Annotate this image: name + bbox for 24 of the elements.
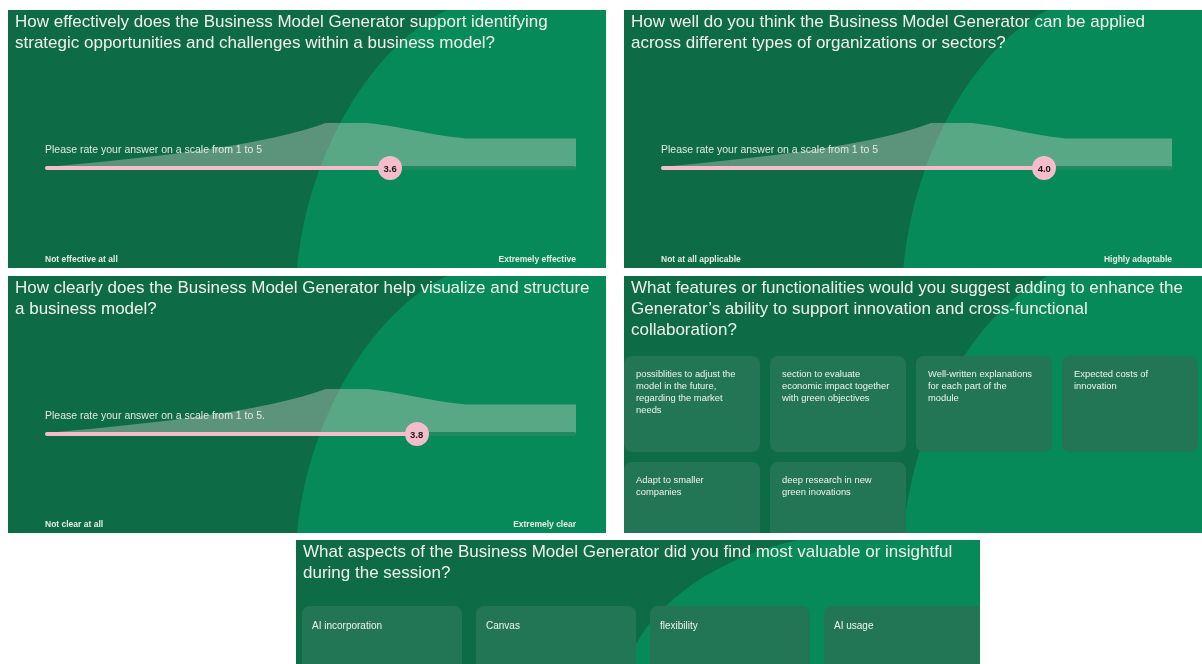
scale-prompt: Please rate your answer on a scale from 1 to 5 [45,143,264,155]
scale-min-label: Not clear at all [45,519,104,529]
question-title: What aspects of the Business Model Generator did you find most valuable or insightful during the session? [302,541,954,583]
answer-card: possiblities to adjust the model in the future, regarding the market needs [624,356,760,452]
answer-card: Canvas [476,606,636,664]
question-title: What features or functionalities would you suggest adding to enhance the Generator’s ability to support innovation and cross-functional collaboration? [630,277,1184,340]
scale-prompt: Please rate your answer on a scale from 1 to 5 [661,143,880,155]
answer-card: section to evaluate economic impact together with green objectives [770,356,906,452]
scale-prompt: Please rate your answer on a scale from 1 to 5. [45,409,267,421]
question-title: How effectively does the Business Model Generator support identifying strategic opportunities and challenges within a business model? [14,11,549,53]
scale-min-label: Not effective at all [45,254,118,264]
answer-card: AI usage [824,606,980,664]
scale-max-label: Extremely clear [513,519,576,529]
scale-max-label: Extremely effective [498,254,576,264]
scale-min-label: Not at all applicable [661,254,741,264]
answer-card: Well-written explanations for each part of the module [916,356,1052,452]
question-title: How well do you think the Business Model Generator can be applied across different types of organizations or sectors? [630,11,1147,53]
answer-card: deep research in new green inovations [770,462,906,533]
question-title: How clearly does the Business Model Generator help visualize and structure a business model? [14,277,591,319]
answer-card: AI incorporation [302,606,462,664]
answer-card: flexibility [650,606,810,664]
answer-card: Expected costs of innovation [1062,356,1198,452]
answer-card: Adapt to smaller companies [624,462,760,533]
scale-max-label: Highly adaptable [1104,254,1172,264]
